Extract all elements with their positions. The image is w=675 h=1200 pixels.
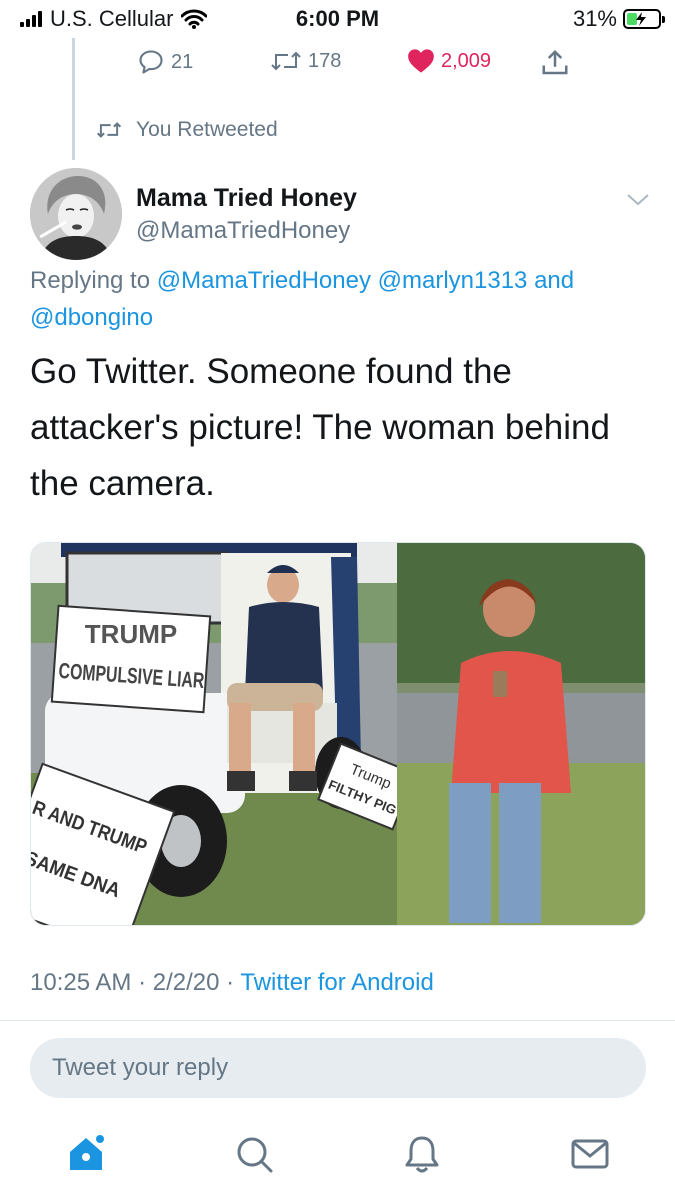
avatar-image bbox=[30, 168, 122, 260]
tab-home[interactable] bbox=[64, 1132, 108, 1176]
mention-link[interactable]: @dbongino bbox=[30, 304, 153, 331]
avatar[interactable] bbox=[30, 168, 122, 260]
author-name[interactable]: Mama Tried Honey bbox=[136, 184, 357, 213]
divider bbox=[0, 1020, 675, 1021]
search-icon bbox=[237, 1137, 273, 1173]
battery-percent: 31% bbox=[572, 6, 617, 31]
heart-icon bbox=[408, 49, 434, 73]
meta-separator: · bbox=[226, 969, 235, 996]
tweet-text: Go Twitter. Someone found the attacker's… bbox=[30, 352, 610, 503]
retweet-context: You Retweeted bbox=[96, 118, 278, 142]
notifications-icon bbox=[405, 1136, 439, 1173]
reply-icon bbox=[139, 50, 163, 74]
tab-bar bbox=[0, 1118, 675, 1200]
meta-separator: · bbox=[138, 969, 147, 996]
replying-to: Replying to @MamaTriedHoney @marlyn1313 … bbox=[30, 262, 655, 336]
reply-input[interactable] bbox=[30, 1038, 646, 1098]
chevron-down-icon[interactable] bbox=[626, 192, 650, 208]
tab-messages[interactable] bbox=[568, 1132, 612, 1176]
status-right: 31% bbox=[572, 6, 665, 32]
retweet-icon bbox=[271, 51, 301, 71]
tab-notifications[interactable] bbox=[400, 1132, 444, 1176]
retweet-button[interactable]: 178 bbox=[270, 48, 341, 74]
battery-icon bbox=[623, 9, 665, 29]
mention-link[interactable]: @MamaTriedHoney bbox=[157, 267, 371, 294]
parent-action-bar: 21 178 2,009 bbox=[0, 48, 675, 84]
mention-link[interactable]: @marlyn1313 bbox=[378, 267, 528, 294]
like-button[interactable]: 2,009 bbox=[407, 48, 491, 74]
replying-prefix: Replying to bbox=[30, 267, 151, 294]
share-icon bbox=[542, 49, 568, 75]
author-handle[interactable]: @MamaTriedHoney bbox=[136, 217, 350, 245]
tweet-source-link[interactable]: Twitter for Android bbox=[240, 969, 433, 996]
share-button[interactable] bbox=[540, 48, 570, 78]
like-count: 2,009 bbox=[441, 49, 492, 72]
reply-button[interactable]: 21 bbox=[137, 48, 193, 76]
media-photo: TRUMP COMPULSIVE LIAR R AND TRUMP SAME D… bbox=[31, 543, 645, 925]
home-icon bbox=[70, 1135, 104, 1170]
retweet-context-label: You Retweeted bbox=[136, 118, 278, 141]
tweet-date: 2/2/20 bbox=[152, 969, 220, 996]
tweet-time: 10:25 AM bbox=[30, 969, 132, 996]
tweet-media[interactable]: TRUMP COMPULSIVE LIAR R AND TRUMP SAME D… bbox=[30, 542, 646, 926]
reply-composer[interactable] bbox=[30, 1038, 646, 1098]
messages-icon bbox=[571, 1139, 609, 1169]
retweet-icon bbox=[96, 122, 122, 138]
sign-text: TRUMP bbox=[85, 619, 177, 649]
and-others-link[interactable]: and bbox=[534, 267, 574, 294]
reply-count: 21 bbox=[171, 50, 194, 73]
retweet-count: 178 bbox=[308, 49, 342, 72]
tweet-meta: 10:25 AM · 2/2/20 · Twitter for Android bbox=[30, 969, 434, 997]
status-bar: U.S. Cellular 6:00 PM 31% bbox=[0, 0, 675, 38]
tab-search[interactable] bbox=[232, 1132, 276, 1176]
